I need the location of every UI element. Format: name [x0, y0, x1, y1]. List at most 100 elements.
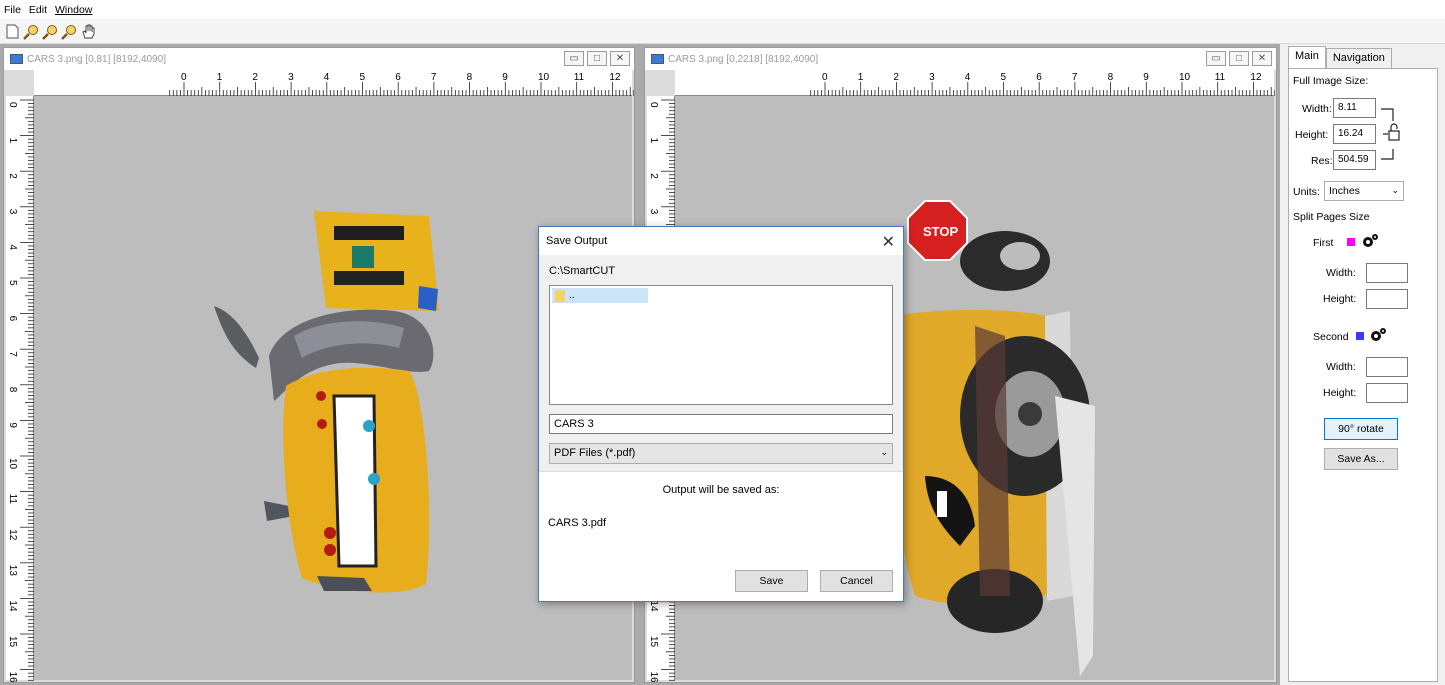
menu-file[interactable]: File	[4, 4, 21, 16]
file-list[interactable]: ..	[549, 285, 893, 405]
menu-edit[interactable]: Edit	[29, 4, 47, 16]
split-pages-label: Split Pages Size	[1293, 211, 1370, 223]
chevron-down-icon: ⌄	[880, 447, 888, 457]
chevron-down-icon: ⌄	[1391, 185, 1399, 195]
save-button[interactable]: Save	[735, 570, 808, 592]
height-label: Height:	[1295, 129, 1329, 141]
ruler-label: 0	[822, 72, 828, 83]
menu-window[interactable]: Window	[55, 4, 92, 16]
ruler-label: 3	[929, 72, 935, 83]
second-height-label: Height:	[1323, 387, 1357, 399]
tab-main[interactable]: Main	[1288, 46, 1326, 68]
ruler-label: 4	[324, 72, 330, 83]
ruler-label: 3	[7, 209, 18, 215]
properties-panel: Main Navigation Full Image Size: Width: …	[1280, 44, 1445, 685]
image-icon	[10, 54, 23, 64]
vertical-ruler: 012345678910111213141516	[6, 96, 34, 683]
ruler-label: 14	[648, 600, 659, 612]
zoom-fit-icon[interactable]	[61, 24, 77, 40]
ruler-label: 10	[1179, 72, 1191, 83]
close-button[interactable]: ✕	[610, 51, 630, 66]
units-select[interactable]: Inches ⌄	[1324, 181, 1404, 201]
width-field[interactable]: 8.11	[1333, 98, 1376, 118]
ruler-label: 5	[7, 280, 18, 286]
ruler-label: 4	[7, 244, 18, 250]
ruler-label: 8	[7, 387, 18, 393]
ruler-label: 8	[467, 72, 473, 83]
ruler-label: 4	[965, 72, 971, 83]
new-document-icon[interactable]	[4, 24, 20, 40]
ruler-label: 8	[1108, 72, 1114, 83]
ruler-label: 2	[648, 173, 659, 179]
ruler-label: 11	[7, 494, 18, 505]
document-title: CARS 3.png [0,81] [8192,4090]	[27, 53, 166, 65]
ruler-label: 15	[648, 636, 659, 648]
save-as-button[interactable]: Save As...	[1324, 448, 1398, 470]
ruler-label: 12	[609, 72, 621, 83]
first-height-field[interactable]	[1366, 289, 1408, 309]
height-field[interactable]: 16.24	[1333, 124, 1376, 144]
rotate-90-button[interactable]: 90° rotate	[1324, 418, 1398, 440]
cancel-button[interactable]: Cancel	[820, 570, 893, 592]
ruler-label: 12	[1250, 72, 1262, 83]
ruler-label: 2	[7, 173, 18, 179]
ruler-label: 1	[7, 138, 18, 144]
ruler-label: 0	[181, 72, 187, 83]
first-color-swatch	[1347, 238, 1355, 246]
output-note: Output will be saved as:	[662, 484, 780, 496]
save-output-dialog: Save Output ✕ C:\SmartCUT .. CARS 3 PDF …	[538, 226, 904, 602]
first-width-field[interactable]	[1366, 263, 1408, 283]
ruler-label: 1	[648, 138, 659, 144]
ruler-label: 16	[648, 672, 659, 682]
close-icon[interactable]: ✕	[882, 232, 895, 252]
file-type-select[interactable]: PDF Files (*.pdf) ⌄	[549, 443, 893, 464]
zoom-in-icon[interactable]	[23, 24, 39, 40]
zoom-out-icon[interactable]	[42, 24, 58, 40]
first-width-label: Width:	[1326, 267, 1356, 279]
gear-icon[interactable]	[1361, 232, 1379, 250]
ruler-label: 9	[1143, 72, 1149, 83]
folder-path: C:\SmartCUT	[549, 265, 615, 277]
width-label: Width:	[1302, 103, 1332, 115]
ruler-label: 14	[7, 600, 18, 612]
document-area: CARS 3.png [0,81] [8192,4090] ▭ □ ✕ 0123…	[0, 44, 1280, 685]
second-height-field[interactable]	[1366, 383, 1408, 403]
lock-icon[interactable]	[1379, 103, 1409, 165]
restore-button[interactable]: □	[1229, 51, 1249, 66]
horizontal-ruler: 0 1 2 3 4 5 6 7 8 9 10 11 12	[34, 70, 635, 96]
ruler-label: 6	[395, 72, 401, 83]
second-width-label: Width:	[1326, 361, 1356, 373]
gear-icon[interactable]	[1369, 326, 1387, 344]
ruler-label: 10	[538, 72, 550, 83]
ruler-label: 0	[7, 102, 18, 108]
second-width-field[interactable]	[1366, 357, 1408, 377]
first-height-label: Height:	[1323, 293, 1357, 305]
minimize-button[interactable]: ▭	[564, 51, 584, 66]
tab-navigation[interactable]: Navigation	[1325, 48, 1392, 68]
ruler-label: 6	[7, 316, 18, 322]
minimize-button[interactable]: ▭	[1206, 51, 1226, 66]
horizontal-ruler: 0 1 2 3 4 5 6 7 8 9 10 11 12	[675, 70, 1276, 96]
res-field[interactable]: 504.59	[1333, 150, 1376, 170]
restore-button[interactable]: □	[587, 51, 607, 66]
ruler-label: 2	[893, 72, 899, 83]
ruler-label: 2	[252, 72, 258, 83]
filename-input[interactable]: CARS 3	[549, 414, 893, 434]
ruler-label: 12	[7, 529, 18, 541]
ruler-label: 7	[1072, 72, 1078, 83]
list-item[interactable]: ..	[552, 288, 648, 303]
ruler-label: 16	[7, 672, 18, 682]
ruler-label: 9	[502, 72, 508, 83]
ruler-label: 7	[431, 72, 437, 83]
dialog-title: Save Output	[546, 235, 608, 247]
res-label: Res:	[1311, 155, 1333, 167]
ruler-label: 0	[648, 102, 659, 108]
image-icon	[651, 54, 664, 64]
hand-pan-icon[interactable]	[80, 24, 96, 40]
close-button[interactable]: ✕	[1252, 51, 1272, 66]
ruler-label: 1	[858, 72, 864, 83]
second-label: Second	[1313, 331, 1349, 343]
ruler-label: 3	[288, 72, 294, 83]
document-titlebar: CARS 3.png [0,81] [8192,4090] ▭ □ ✕	[4, 48, 634, 70]
second-color-swatch	[1356, 332, 1364, 340]
